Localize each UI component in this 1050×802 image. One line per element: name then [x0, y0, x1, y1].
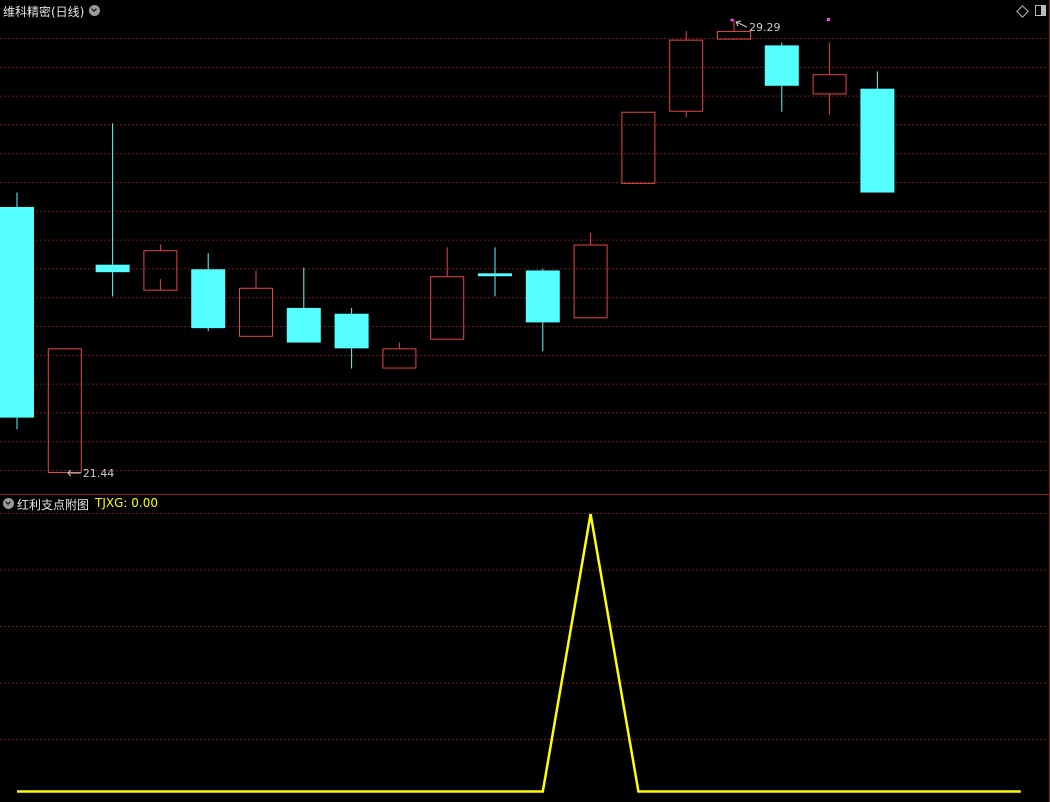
candle-body — [191, 269, 226, 329]
candle-body — [286, 307, 321, 343]
candle-body — [573, 244, 608, 319]
candle-body — [621, 111, 656, 184]
candle-body — [430, 276, 465, 340]
indicator-value: TJXG: 0.00 — [95, 496, 158, 510]
low-arrow — [67, 469, 81, 477]
chart-title: 维科精密(日线) — [3, 5, 85, 19]
indicator-title: 红利支点附图 — [17, 498, 90, 512]
signal-marker — [827, 18, 830, 21]
candle-body — [669, 39, 704, 112]
candle-body — [812, 74, 847, 95]
candle-body — [95, 264, 130, 273]
high-arrow — [735, 20, 748, 28]
panel-toggle-icon[interactable] — [1035, 5, 1046, 16]
chevron-down-icon[interactable] — [89, 5, 100, 16]
candle-body — [764, 45, 799, 86]
candle-body — [239, 287, 273, 337]
candle-body — [382, 348, 417, 369]
low-price-label: 21.44 — [83, 467, 115, 480]
high-price-label: 29.29 — [749, 21, 781, 34]
candle-body — [860, 88, 895, 193]
candlestick-chart[interactable]: 29.29 21.44 — [0, 0, 1050, 802]
candle-body — [717, 30, 751, 40]
chart-root: 29.29 21.44 维科精密(日线) 红利支点附图 TJXG: 0.00 — [0, 0, 1050, 802]
candle-body — [47, 348, 82, 474]
candle-body — [334, 313, 369, 349]
candle-body — [0, 206, 34, 418]
tjxg-line — [17, 513, 1021, 793]
high-marker — [730, 18, 734, 22]
candle-body — [478, 273, 512, 277]
chevron-down-icon[interactable] — [3, 498, 14, 509]
candle-body — [525, 270, 560, 323]
